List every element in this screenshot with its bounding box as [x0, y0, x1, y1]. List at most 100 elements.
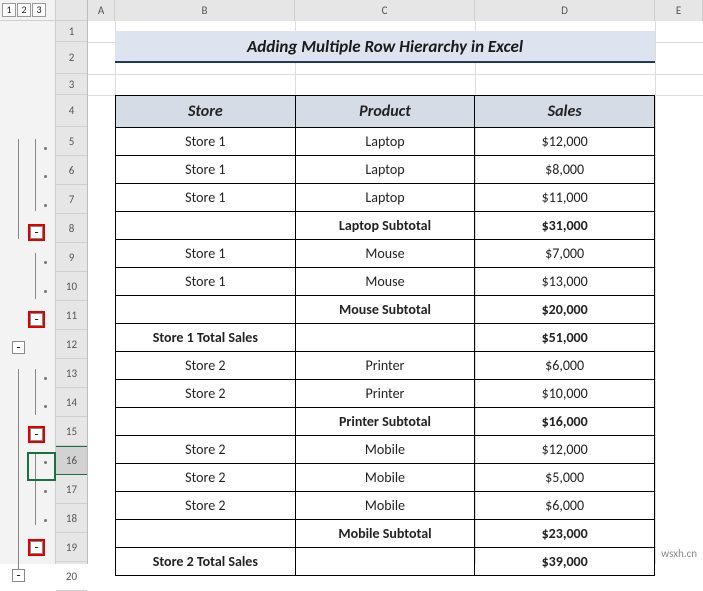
row-header[interactable]: 15	[56, 417, 87, 446]
row-header[interactable]: 11	[56, 301, 87, 330]
cell-product[interactable]: Mobile	[295, 436, 475, 464]
cell-grid[interactable]: Adding Multiple Row Hierarchy in Excel S…	[88, 21, 703, 564]
cell-product[interactable]	[295, 548, 475, 576]
cell-sales[interactable]: $31,000	[475, 212, 655, 240]
cell-sales[interactable]: $6,000	[475, 492, 655, 520]
col-header[interactable]: D	[475, 0, 655, 21]
outline-level-1-button[interactable]: 1	[2, 3, 16, 17]
cell-product[interactable]: Laptop	[295, 156, 475, 184]
outline-line	[35, 453, 36, 525]
col-header[interactable]: A	[88, 0, 115, 21]
cell-store[interactable]	[116, 296, 296, 324]
cell-store[interactable]: Store 2	[116, 352, 296, 380]
cell-product[interactable]: Laptop Subtotal	[295, 212, 475, 240]
cell-sales[interactable]: $39,000	[475, 548, 655, 576]
cell-store[interactable]: Store 2	[116, 436, 296, 464]
outline-dot	[44, 204, 47, 207]
outline-level-3-button[interactable]: 3	[32, 3, 46, 17]
table-row: Store 2Mobile$6,000	[116, 492, 655, 520]
table-row: Mouse Subtotal$20,000	[116, 296, 655, 324]
row-header[interactable]: 12	[56, 330, 87, 359]
cell-store[interactable]	[116, 212, 296, 240]
outline-line	[35, 253, 36, 299]
col-header[interactable]: B	[115, 0, 295, 21]
cell-product[interactable]: Printer Subtotal	[295, 408, 475, 436]
row-header[interactable]: 10	[56, 272, 87, 301]
row-header[interactable]: 1	[56, 21, 87, 42]
cell-product[interactable]: Mobile Subtotal	[295, 520, 475, 548]
cell-product[interactable]: Mobile	[295, 492, 475, 520]
outline-body: - - - - - -	[0, 21, 55, 564]
cell-store[interactable]: Store 1	[116, 128, 296, 156]
table-row: Store 2 Total Sales $39,000	[116, 548, 655, 576]
cell-sales[interactable]: $51,000	[475, 324, 655, 352]
cell-product[interactable]	[295, 324, 475, 352]
watermark-text: wsxh.cn	[661, 547, 697, 560]
outline-dot	[44, 147, 47, 150]
row-header[interactable]: 8	[56, 214, 87, 243]
row-header[interactable]: 6	[56, 156, 87, 185]
cell-product[interactable]: Printer	[295, 380, 475, 408]
row-header[interactable]: 3	[56, 74, 87, 95]
cell-sales[interactable]: $12,000	[475, 436, 655, 464]
cell-sales[interactable]: $12,000	[475, 128, 655, 156]
col-header[interactable]: C	[295, 0, 475, 21]
collapse-icon[interactable]: -	[30, 428, 43, 441]
table-row: Store 1Laptop$12,000	[116, 128, 655, 156]
collapse-icon[interactable]: -	[30, 313, 43, 326]
row-header[interactable]: 20	[56, 562, 87, 591]
cell-sales[interactable]: $7,000	[475, 240, 655, 268]
cell-store[interactable]: Store 1 Total Sales	[116, 324, 296, 352]
cell-product[interactable]: Mouse	[295, 240, 475, 268]
row-header[interactable]: 9	[56, 243, 87, 272]
outline-level-2-button[interactable]: 2	[17, 3, 31, 17]
cell-store[interactable]: Store 1	[116, 268, 296, 296]
cell-sales[interactable]: $20,000	[475, 296, 655, 324]
cell-sales[interactable]: $23,000	[475, 520, 655, 548]
cell-sales[interactable]: $13,000	[475, 268, 655, 296]
cell-store[interactable]: Store 2	[116, 464, 296, 492]
row-header[interactable]: 5	[56, 127, 87, 156]
cell-store[interactable]	[116, 408, 296, 436]
row-header[interactable]: 14	[56, 388, 87, 417]
cell-store[interactable]: Store 1	[116, 184, 296, 212]
collapse-icon[interactable]: -	[12, 569, 25, 582]
cell-store[interactable]: Store 2	[116, 380, 296, 408]
outline-line	[18, 369, 19, 579]
col-header[interactable]: E	[655, 0, 703, 21]
cell-product[interactable]: Laptop	[295, 184, 475, 212]
cell-store[interactable]	[116, 520, 296, 548]
row-header[interactable]: 19	[56, 533, 87, 562]
col-header-pane: A B C D E	[88, 0, 703, 21]
cell-product[interactable]: Laptop	[295, 128, 475, 156]
cell-sales[interactable]: $5,000	[475, 464, 655, 492]
cell-store[interactable]: Store 1	[116, 240, 296, 268]
collapse-icon[interactable]: -	[12, 341, 25, 354]
select-all-corner[interactable]	[56, 0, 87, 21]
collapse-icon[interactable]: -	[30, 226, 43, 239]
row-header[interactable]: 2	[56, 42, 87, 74]
cell-sales[interactable]: $16,000	[475, 408, 655, 436]
row-header[interactable]: 4	[56, 95, 87, 127]
outline-dot	[44, 490, 47, 493]
cell-product[interactable]: Printer	[295, 352, 475, 380]
cell-store[interactable]: Store 2	[116, 492, 296, 520]
cell-sales[interactable]: $11,000	[475, 184, 655, 212]
cell-sales[interactable]: $6,000	[475, 352, 655, 380]
cell-sales[interactable]: $10,000	[475, 380, 655, 408]
row-header[interactable]: 17	[56, 475, 87, 504]
row-header[interactable]: 13	[56, 359, 87, 388]
header-sales: Sales	[475, 96, 655, 128]
cell-product[interactable]: Mouse Subtotal	[295, 296, 475, 324]
cell-store[interactable]: Store 1	[116, 156, 296, 184]
row-header-selected[interactable]: 16	[56, 446, 87, 475]
row-header[interactable]: 18	[56, 504, 87, 533]
collapse-icon[interactable]: -	[30, 541, 43, 554]
cell-product[interactable]: Mouse	[295, 268, 475, 296]
cell-sales[interactable]: $8,000	[475, 156, 655, 184]
row-header[interactable]: 7	[56, 185, 87, 214]
outline-pane: 1 2 3 - - - - - -	[0, 0, 56, 564]
table-row: Store 1Laptop$11,000	[116, 184, 655, 212]
cell-store[interactable]: Store 2 Total Sales	[116, 548, 296, 576]
cell-product[interactable]: Mobile	[295, 464, 475, 492]
